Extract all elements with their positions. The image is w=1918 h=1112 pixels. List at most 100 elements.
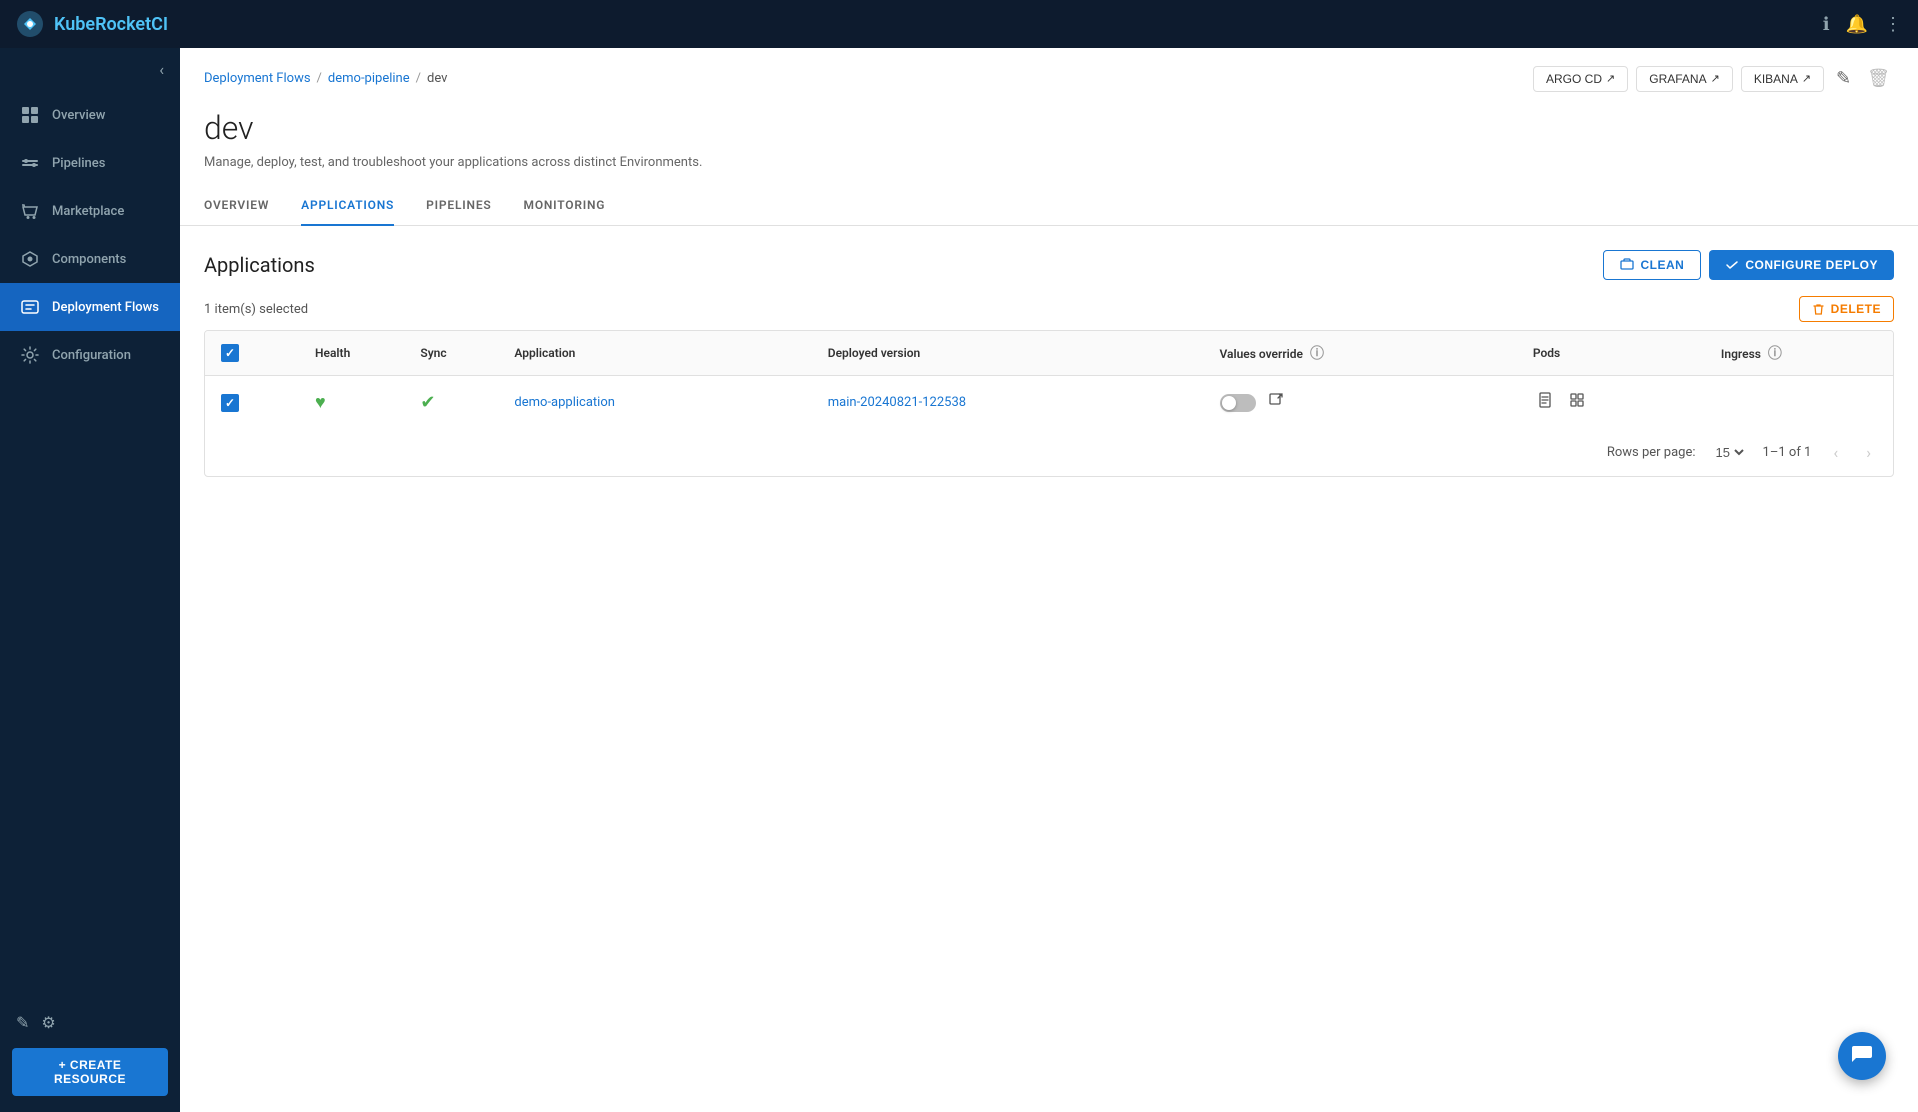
sidebar-collapse: ‹ xyxy=(0,48,180,91)
settings-icon[interactable]: ⚙ xyxy=(41,1013,55,1032)
breadcrumb-deployment-flows[interactable]: Deployment Flows xyxy=(204,71,311,86)
pagination-prev-button[interactable]: ‹ xyxy=(1827,441,1844,464)
breadcrumb-bar: Deployment Flows / demo-pipeline / dev A… xyxy=(180,48,1918,101)
pagination-next-button[interactable]: › xyxy=(1860,441,1877,464)
external-link-icon-1: ↗ xyxy=(1606,72,1615,85)
grid-icon xyxy=(20,105,40,125)
rows-per-page-label: Rows per page: xyxy=(1607,445,1696,460)
pipelines-icon xyxy=(20,153,40,173)
external-link-icon-3: ↗ xyxy=(1802,72,1811,85)
sidebar-item-configuration[interactable]: Configuration xyxy=(0,331,180,379)
table: Health Sync Application Deployed version xyxy=(205,331,1893,429)
tabs-bar: OVERVIEW APPLICATIONS PIPELINES MONITORI… xyxy=(180,186,1918,226)
sync-icon: ✔ xyxy=(420,392,435,413)
sidebar-label-deployment-flows: Deployment Flows xyxy=(52,300,159,315)
external-link-icon xyxy=(1268,392,1284,408)
tab-monitoring[interactable]: MONITORING xyxy=(524,186,606,226)
selection-bar: 1 item(s) selected DELETE xyxy=(204,296,1894,322)
row-ingress-cell xyxy=(1705,376,1893,430)
sidebar-item-components[interactable]: Components xyxy=(0,235,180,283)
kibana-button[interactable]: KIBANA ↗ xyxy=(1741,66,1824,92)
header-checkbox[interactable] xyxy=(221,344,239,362)
rows-per-page-select[interactable]: 15 25 50 xyxy=(1712,444,1747,461)
row-values-cell xyxy=(1204,376,1517,430)
edit-settings-icon[interactable]: ✎ xyxy=(16,1013,29,1032)
sidebar-label-pipelines: Pipelines xyxy=(52,156,105,171)
edit-button[interactable]: ✎ xyxy=(1832,64,1855,93)
navbar: KubeRocketCI ℹ 🔔 ⋮ xyxy=(0,0,1918,48)
applications-section: Applications CLEAN CONFIGURE DEPLOY xyxy=(180,226,1918,501)
row-application-cell: demo-application xyxy=(498,376,811,430)
table-body: ♥ ✔ demo-application main-20240821-12253… xyxy=(205,376,1893,430)
info-icon[interactable]: ℹ xyxy=(1823,14,1830,35)
deployed-version-link[interactable]: main-20240821-122538 xyxy=(828,395,966,410)
sidebar-item-overview[interactable]: Overview xyxy=(0,91,180,139)
values-info-icon[interactable]: ⓘ xyxy=(1310,346,1324,362)
tab-applications[interactable]: APPLICATIONS xyxy=(301,186,394,226)
ingress-info-icon[interactable]: ⓘ xyxy=(1768,346,1782,362)
row-health-cell: ♥ xyxy=(299,376,404,430)
sidebar: ‹ Overview Pip xyxy=(0,48,180,1112)
sidebar-label-marketplace: Marketplace xyxy=(52,204,124,219)
collapse-button[interactable]: ‹ xyxy=(159,60,164,79)
col-header-version: Deployed version xyxy=(812,331,1204,376)
clean-button[interactable]: CLEAN xyxy=(1603,250,1701,280)
col-header-pods: Pods xyxy=(1517,331,1705,376)
delete-button[interactable]: DELETE xyxy=(1799,296,1894,322)
grafana-label: GRAFANA xyxy=(1649,72,1706,86)
chat-fab-button[interactable] xyxy=(1838,1032,1886,1080)
sidebar-item-deployment-flows[interactable]: Deployment Flows xyxy=(0,283,180,331)
navbar-right: ℹ 🔔 ⋮ xyxy=(1823,14,1902,35)
sidebar-label-overview: Overview xyxy=(52,108,105,123)
page-title-area: dev Manage, deploy, test, and troublesho… xyxy=(180,101,1918,170)
sidebar-item-marketplace[interactable]: Marketplace xyxy=(0,187,180,235)
tab-pipelines[interactable]: PIPELINES xyxy=(426,186,491,226)
row-checkbox-cell[interactable] xyxy=(205,376,299,430)
pagination-range: 1–1 of 1 xyxy=(1763,445,1812,460)
values-override-toggle[interactable] xyxy=(1220,394,1256,412)
doc-icon xyxy=(1537,392,1553,408)
clean-icon xyxy=(1620,258,1634,272)
deployment-icon xyxy=(20,297,40,317)
delete-page-button[interactable]: 🗑 xyxy=(1863,64,1894,93)
grafana-button[interactable]: GRAFANA ↗ xyxy=(1636,66,1733,92)
grid-small-icon xyxy=(1569,392,1585,408)
application-link[interactable]: demo-application xyxy=(514,395,615,410)
row-pods-cell xyxy=(1517,376,1705,430)
configuration-icon xyxy=(20,345,40,365)
configure-deploy-button[interactable]: CONFIGURE DEPLOY xyxy=(1709,250,1894,280)
breadcrumb-demo-pipeline[interactable]: demo-pipeline xyxy=(328,71,410,86)
app-name: KubeRocketCI xyxy=(54,14,168,35)
selection-text: 1 item(s) selected xyxy=(204,302,308,317)
pods-grid-button[interactable] xyxy=(1565,388,1589,417)
row-sync-cell: ✔ xyxy=(404,376,498,430)
menu-icon[interactable]: ⋮ xyxy=(1884,14,1902,35)
col-header-checkbox xyxy=(205,331,299,376)
create-resource-button[interactable]: + CREATE RESOURCE xyxy=(12,1048,168,1096)
sidebar-bottom: ✎ ⚙ xyxy=(0,997,180,1048)
breadcrumb-actions: ARGO CD ↗ GRAFANA ↗ KIBANA ↗ ✎ 🗑 xyxy=(1533,64,1894,93)
navbar-left: KubeRocketCI xyxy=(16,10,168,38)
marketplace-icon xyxy=(20,201,40,221)
page-subtitle: Manage, deploy, test, and troubleshoot y… xyxy=(204,155,1894,170)
section-actions: CLEAN CONFIGURE DEPLOY xyxy=(1603,250,1894,280)
external-link-icon-2: ↗ xyxy=(1711,72,1720,85)
argo-cd-button[interactable]: ARGO CD ↗ xyxy=(1533,66,1628,92)
pods-doc-button[interactable] xyxy=(1533,388,1557,417)
section-title: Applications xyxy=(204,253,315,277)
tab-overview[interactable]: OVERVIEW xyxy=(204,186,269,226)
values-external-link-button[interactable] xyxy=(1264,388,1288,417)
row-checkbox[interactable] xyxy=(221,394,239,412)
sidebar-item-pipelines[interactable]: Pipelines xyxy=(0,139,180,187)
sidebar-label-components: Components xyxy=(52,252,126,267)
configure-deploy-icon xyxy=(1725,258,1739,272)
col-header-application: Application xyxy=(498,331,811,376)
notifications-icon[interactable]: 🔔 xyxy=(1846,14,1868,35)
breadcrumb: Deployment Flows / demo-pipeline / dev xyxy=(204,71,447,86)
toggle-knob xyxy=(1222,396,1236,410)
col-header-sync: Sync xyxy=(404,331,498,376)
col-header-health: Health xyxy=(299,331,404,376)
row-version-cell: main-20240821-122538 xyxy=(812,376,1204,430)
section-header: Applications CLEAN CONFIGURE DEPLOY xyxy=(204,250,1894,280)
col-header-values: Values override ⓘ xyxy=(1204,331,1517,376)
